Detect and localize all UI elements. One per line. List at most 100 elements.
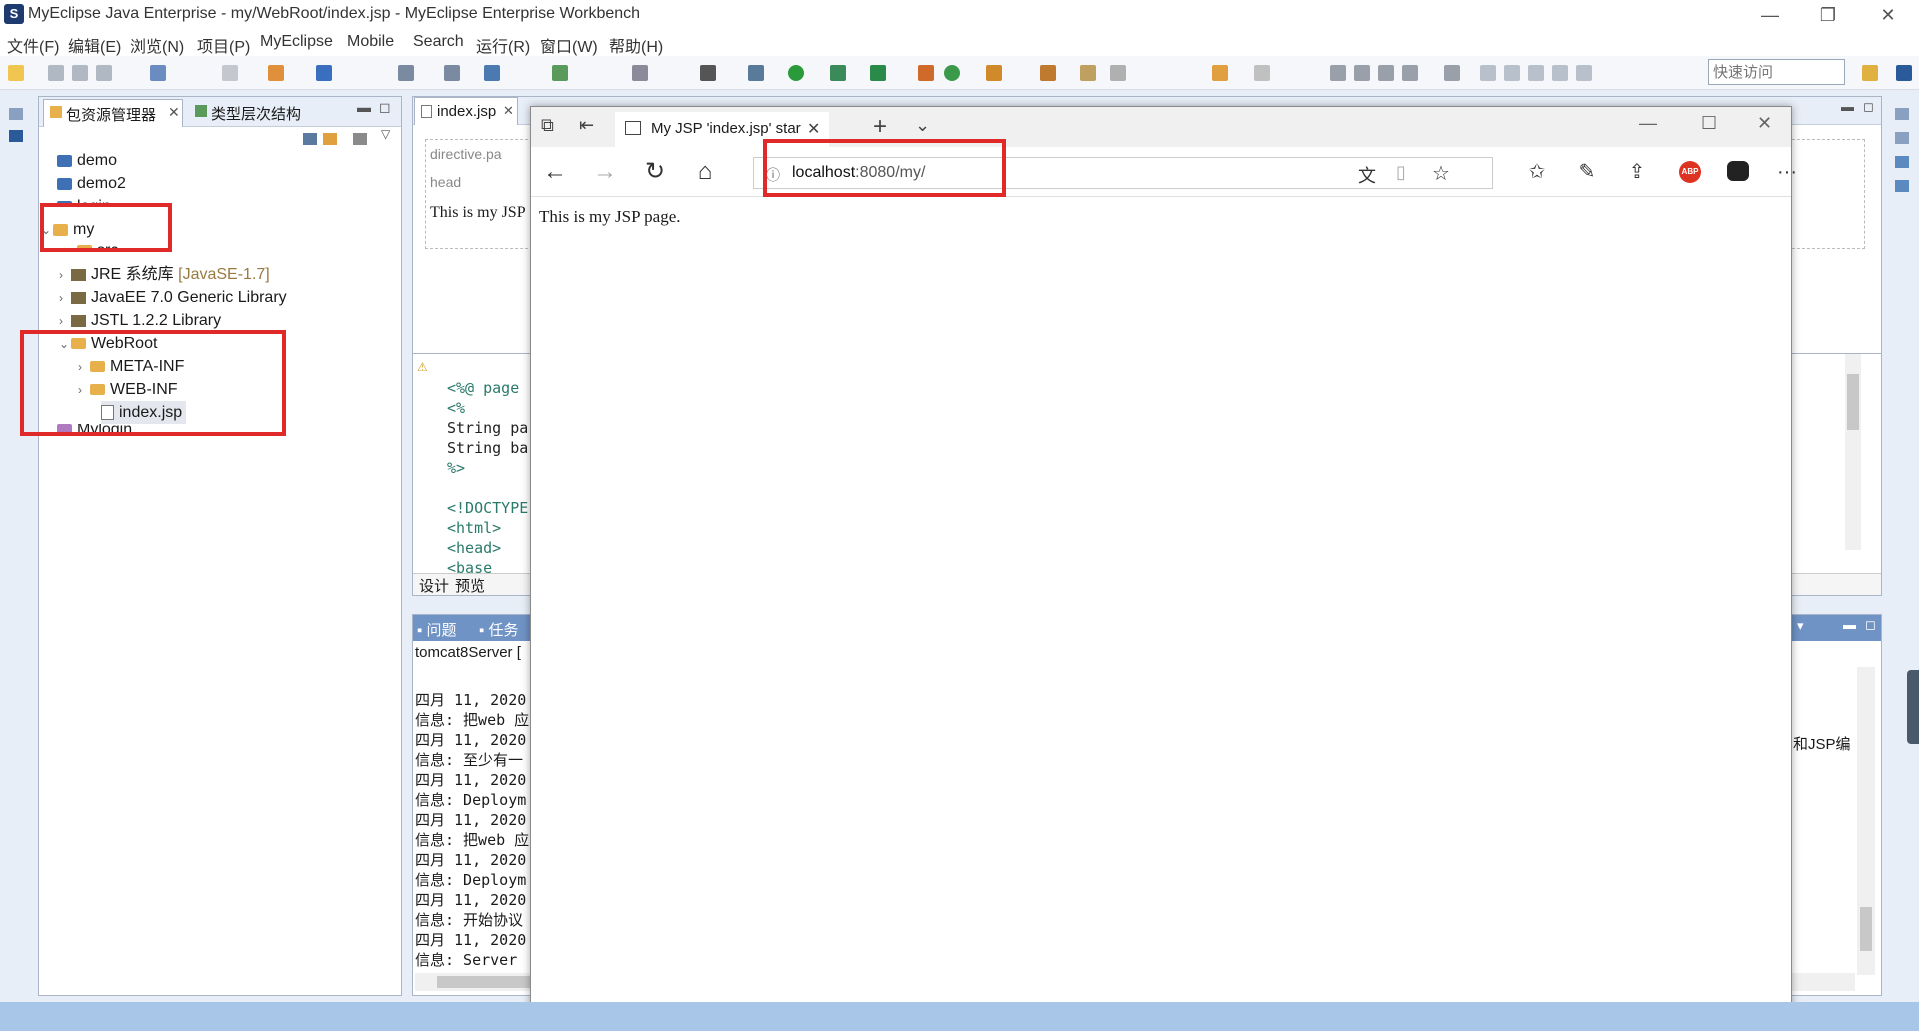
external-tools-icon[interactable] [870,65,886,81]
myeclipse-perspective-icon[interactable] [1896,65,1912,81]
server-icon[interactable] [484,65,500,81]
tab-design[interactable]: 设计 [419,575,449,596]
scrollbar-thumb[interactable] [1860,907,1872,951]
refresh-icon[interactable]: ↻ [639,159,671,185]
extension-icon[interactable] [1727,161,1749,181]
menu-run[interactable]: 运行(R) [476,33,530,57]
run-icon[interactable] [788,65,804,81]
more-icon[interactable]: ··· [1771,159,1803,185]
table-icon[interactable] [1444,65,1460,81]
back-icon[interactable] [1212,65,1228,81]
menu-search[interactable]: Search [413,33,464,51]
palette-icon[interactable] [1895,156,1909,168]
tree-item-jre[interactable]: › JRE 系统库 [JavaSE-1.7] [59,263,270,286]
scrollbar-thumb[interactable] [1847,374,1859,430]
debug-icon[interactable] [748,65,764,81]
view-menu-icon[interactable]: ▽ [381,127,390,141]
save-icon[interactable] [48,65,64,81]
close-icon[interactable]: ✕ [1860,0,1916,30]
tree-item-demo2[interactable]: demo2 [57,172,126,195]
translate-icon[interactable]: 文 [1358,162,1376,188]
menu-myeclipse[interactable]: MyEclipse [260,33,333,51]
print-icon[interactable] [96,65,112,81]
menu-edit[interactable]: 编辑(E) [68,33,121,57]
new-icon[interactable] [8,65,24,81]
console-vertical-scrollbar[interactable] [1857,667,1875,975]
properties-icon[interactable] [1895,180,1909,192]
tab-tasks[interactable]: ▪ 任务 [479,619,519,640]
quick-access-input[interactable] [1708,59,1845,85]
menu-navigate[interactable]: 浏览(N) [130,33,184,57]
font-size-icon[interactable] [1552,65,1568,81]
tab-type-hierarchy[interactable]: 类型层次结构 [189,99,329,127]
minimize-icon[interactable]: — [1639,113,1657,134]
restore-view-icon[interactable] [1895,108,1909,120]
vertical-scrollbar[interactable] [1845,354,1861,550]
menu-mobile[interactable]: Mobile [347,33,394,51]
filter-icon[interactable] [353,133,367,145]
chevron-right-icon[interactable]: › [59,287,71,310]
tab-package-explorer[interactable]: 包资源管理器 ✕ [43,99,183,127]
run-config-icon[interactable] [632,65,648,81]
reading-view-icon[interactable]: ▯ [1396,162,1406,183]
tab-index-jsp[interactable]: index.jsp ✕ [414,97,518,125]
menu-project[interactable]: 项目(P) [197,33,250,57]
code-area[interactable]: <%@ page <% String pa String ba %> <!DOC… [447,358,528,578]
layout2-icon[interactable] [1354,65,1370,81]
tree-item-javaee[interactable]: › JavaEE 7.0 Generic Library [59,286,287,309]
maximize-icon[interactable]: ☐ [1701,113,1717,134]
back-icon[interactable]: ← [539,159,571,185]
link-editor-icon[interactable] [323,133,337,145]
close-icon[interactable]: ✕ [1757,113,1772,134]
maximize-view-icon[interactable]: ◻ [1865,617,1876,633]
tab-manager-icon[interactable]: ⧉ [541,115,554,136]
console-output[interactable]: 四月 11, 2020 信息: 把web 应 四月 11, 2020 信息: 至… [415,670,529,970]
new-package-icon[interactable] [944,65,960,81]
new-tab-icon[interactable]: + [873,113,887,141]
underline-icon[interactable] [1480,65,1496,81]
chevron-down-icon[interactable]: ⌄ [915,115,930,136]
outline-icon[interactable] [1895,132,1909,144]
favorite-star-icon[interactable]: ☆ [1432,161,1450,186]
close-icon[interactable]: ✕ [168,104,180,121]
view-menu-icon[interactable]: ▾ [1797,618,1804,634]
layout4-icon[interactable] [1402,65,1418,81]
close-tab-icon[interactable]: ✕ [807,119,820,139]
menu-file[interactable]: 文件(F) [7,33,59,57]
restore-icon[interactable]: ❐ [1800,0,1856,30]
globe-icon[interactable] [552,65,568,81]
restore-view-icon[interactable] [9,108,23,120]
prev-annotation-icon[interactable] [1110,65,1126,81]
pen-icon[interactable]: ✎ [1571,159,1603,185]
perspective-icon[interactable] [1862,65,1878,81]
forward-icon[interactable]: → [589,159,621,185]
menu-help[interactable]: 帮助(H) [609,33,663,57]
forward-icon[interactable] [1254,65,1270,81]
side-handle[interactable] [1907,670,1919,744]
share-icon[interactable]: ⇪ [1621,159,1653,185]
bold-icon[interactable] [1504,65,1520,81]
close-icon[interactable]: ✕ [503,103,514,119]
tree-item-demo[interactable]: demo [57,149,117,172]
scrollbar-thumb[interactable] [437,976,537,988]
open-task-icon[interactable] [986,65,1002,81]
minimize-view-icon[interactable]: ▬ [1841,99,1854,114]
maximize-view-icon[interactable]: ◻ [1863,99,1874,115]
new-class-icon[interactable] [918,65,934,81]
menu-window[interactable]: 窗口(W) [540,33,598,57]
tree-item-jstl[interactable]: › JSTL 1.2.2 Library [59,309,221,332]
favorites-icon[interactable]: ✩ [1521,159,1553,185]
undo-icon[interactable] [222,65,238,81]
coverage-icon[interactable] [830,65,846,81]
italic-icon[interactable] [1528,65,1544,81]
build-icon[interactable] [150,65,166,81]
maximize-view-icon[interactable]: ◻ [379,99,391,116]
monitor-icon[interactable] [700,65,716,81]
minimize-view-icon[interactable]: ▬ [357,99,371,115]
view-icon[interactable] [9,130,23,142]
search-icon[interactable] [444,65,460,81]
adblock-icon[interactable]: ABP [1679,161,1701,183]
tab-problems[interactable]: ▪ 问题 [417,619,457,640]
open-type-icon[interactable] [398,65,414,81]
tab-preview[interactable]: 预览 [455,575,485,596]
